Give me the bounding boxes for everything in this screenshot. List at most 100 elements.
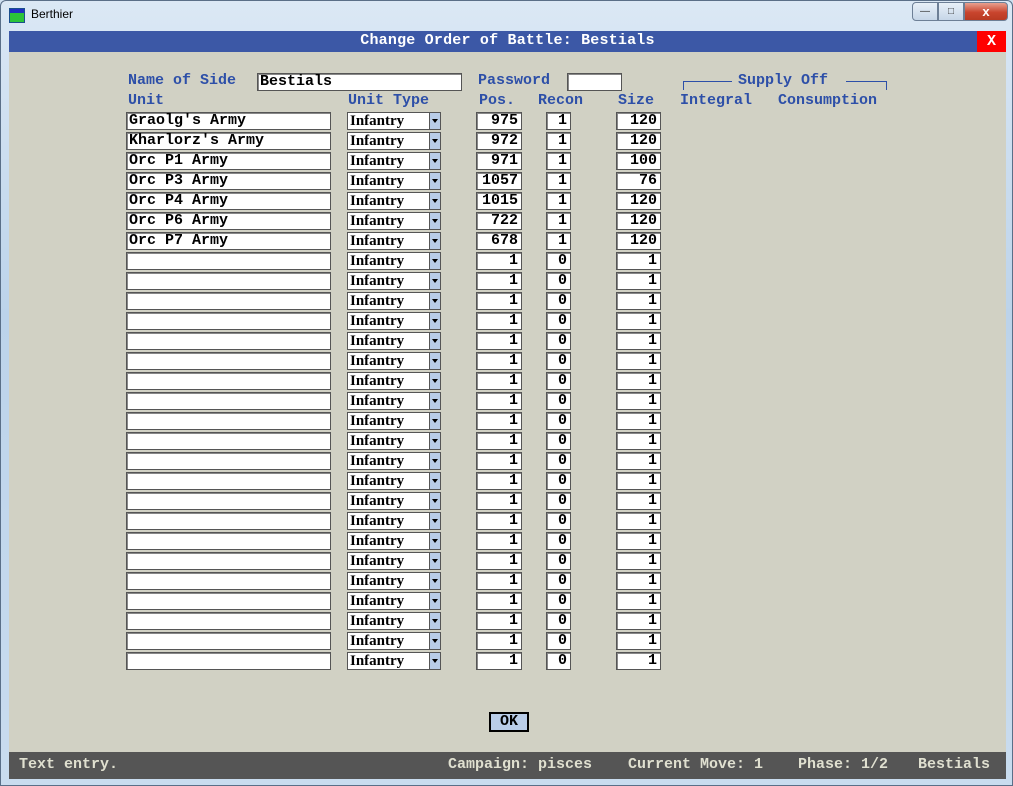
chevron-down-icon[interactable] (429, 153, 440, 169)
size-input[interactable]: 1 (616, 372, 661, 390)
unit-type-select[interactable]: Infantry (347, 332, 441, 350)
pos-input[interactable]: 1 (476, 292, 522, 310)
unit-name-input[interactable] (126, 492, 331, 510)
pos-input[interactable]: 975 (476, 112, 522, 130)
recon-input[interactable]: 0 (546, 312, 571, 330)
chevron-down-icon[interactable] (429, 633, 440, 649)
unit-type-select[interactable]: Infantry (347, 152, 441, 170)
unit-type-select[interactable]: Infantry (347, 472, 441, 490)
unit-type-select[interactable]: Infantry (347, 452, 441, 470)
recon-input[interactable]: 0 (546, 532, 571, 550)
unit-name-input[interactable] (126, 412, 331, 430)
unit-name-input[interactable] (126, 352, 331, 370)
unit-type-select[interactable]: Infantry (347, 192, 441, 210)
unit-name-input[interactable] (126, 432, 331, 450)
pos-input[interactable]: 1 (476, 252, 522, 270)
unit-type-select[interactable]: Infantry (347, 312, 441, 330)
chevron-down-icon[interactable] (429, 513, 440, 529)
unit-type-select[interactable]: Infantry (347, 632, 441, 650)
pos-input[interactable]: 1 (476, 512, 522, 530)
pos-input[interactable]: 1 (476, 532, 522, 550)
size-input[interactable]: 1 (616, 432, 661, 450)
unit-type-select[interactable]: Infantry (347, 272, 441, 290)
recon-input[interactable]: 0 (546, 592, 571, 610)
recon-input[interactable]: 0 (546, 372, 571, 390)
unit-type-select[interactable]: Infantry (347, 492, 441, 510)
size-input[interactable]: 1 (616, 312, 661, 330)
unit-name-input[interactable] (126, 632, 331, 650)
password-input[interactable] (567, 73, 622, 91)
unit-name-input[interactable]: Orc P1 Army (126, 152, 331, 170)
unit-type-select[interactable]: Infantry (347, 592, 441, 610)
unit-name-input[interactable]: Orc P4 Army (126, 192, 331, 210)
pos-input[interactable]: 1 (476, 632, 522, 650)
pos-input[interactable]: 1 (476, 452, 522, 470)
unit-name-input[interactable] (126, 332, 331, 350)
chevron-down-icon[interactable] (429, 473, 440, 489)
recon-input[interactable]: 0 (546, 652, 571, 670)
size-input[interactable]: 1 (616, 612, 661, 630)
unit-name-input[interactable] (126, 612, 331, 630)
size-input[interactable]: 1 (616, 652, 661, 670)
size-input[interactable]: 76 (616, 172, 661, 190)
unit-type-select[interactable]: Infantry (347, 252, 441, 270)
unit-type-select[interactable]: Infantry (347, 552, 441, 570)
pos-input[interactable]: 1 (476, 552, 522, 570)
side-name-input[interactable]: Bestials (257, 73, 462, 91)
unit-name-input[interactable] (126, 312, 331, 330)
unit-name-input[interactable] (126, 452, 331, 470)
pos-input[interactable]: 1 (476, 592, 522, 610)
recon-input[interactable]: 1 (546, 132, 571, 150)
chevron-down-icon[interactable] (429, 293, 440, 309)
size-input[interactable]: 120 (616, 192, 661, 210)
size-input[interactable]: 1 (616, 572, 661, 590)
size-input[interactable]: 1 (616, 252, 661, 270)
chevron-down-icon[interactable] (429, 373, 440, 389)
size-input[interactable]: 1 (616, 632, 661, 650)
unit-type-select[interactable]: Infantry (347, 612, 441, 630)
window-close-button[interactable]: x (964, 2, 1008, 21)
unit-name-input[interactable] (126, 572, 331, 590)
unit-name-input[interactable] (126, 652, 331, 670)
dialog-close-button[interactable]: X (977, 31, 1006, 52)
pos-input[interactable]: 971 (476, 152, 522, 170)
unit-type-select[interactable]: Infantry (347, 112, 441, 130)
unit-name-input[interactable] (126, 272, 331, 290)
size-input[interactable]: 1 (616, 352, 661, 370)
pos-input[interactable]: 1 (476, 352, 522, 370)
recon-input[interactable]: 0 (546, 472, 571, 490)
chevron-down-icon[interactable] (429, 253, 440, 269)
unit-type-select[interactable]: Infantry (347, 212, 441, 230)
size-input[interactable]: 1 (616, 512, 661, 530)
minimize-button[interactable]: — (912, 2, 938, 21)
recon-input[interactable]: 0 (546, 512, 571, 530)
chevron-down-icon[interactable] (429, 653, 440, 669)
recon-input[interactable]: 0 (546, 412, 571, 430)
recon-input[interactable]: 0 (546, 572, 571, 590)
unit-name-input[interactable] (126, 372, 331, 390)
unit-type-select[interactable]: Infantry (347, 532, 441, 550)
unit-name-input[interactable]: Orc P6 Army (126, 212, 331, 230)
recon-input[interactable]: 1 (546, 212, 571, 230)
unit-type-select[interactable]: Infantry (347, 292, 441, 310)
unit-name-input[interactable]: Kharlorz's Army (126, 132, 331, 150)
pos-input[interactable]: 1 (476, 652, 522, 670)
unit-type-select[interactable]: Infantry (347, 172, 441, 190)
size-input[interactable]: 1 (616, 492, 661, 510)
unit-name-input[interactable]: Orc P7 Army (126, 232, 331, 250)
unit-type-select[interactable]: Infantry (347, 412, 441, 430)
chevron-down-icon[interactable] (429, 453, 440, 469)
pos-input[interactable]: 1 (476, 572, 522, 590)
chevron-down-icon[interactable] (429, 413, 440, 429)
unit-type-select[interactable]: Infantry (347, 512, 441, 530)
size-input[interactable]: 1 (616, 552, 661, 570)
unit-name-input[interactable] (126, 292, 331, 310)
unit-name-input[interactable] (126, 532, 331, 550)
recon-input[interactable]: 0 (546, 392, 571, 410)
size-input[interactable]: 1 (616, 532, 661, 550)
size-input[interactable]: 1 (616, 412, 661, 430)
recon-input[interactable]: 0 (546, 452, 571, 470)
size-input[interactable]: 1 (616, 592, 661, 610)
unit-name-input[interactable] (126, 552, 331, 570)
recon-input[interactable]: 1 (546, 232, 571, 250)
